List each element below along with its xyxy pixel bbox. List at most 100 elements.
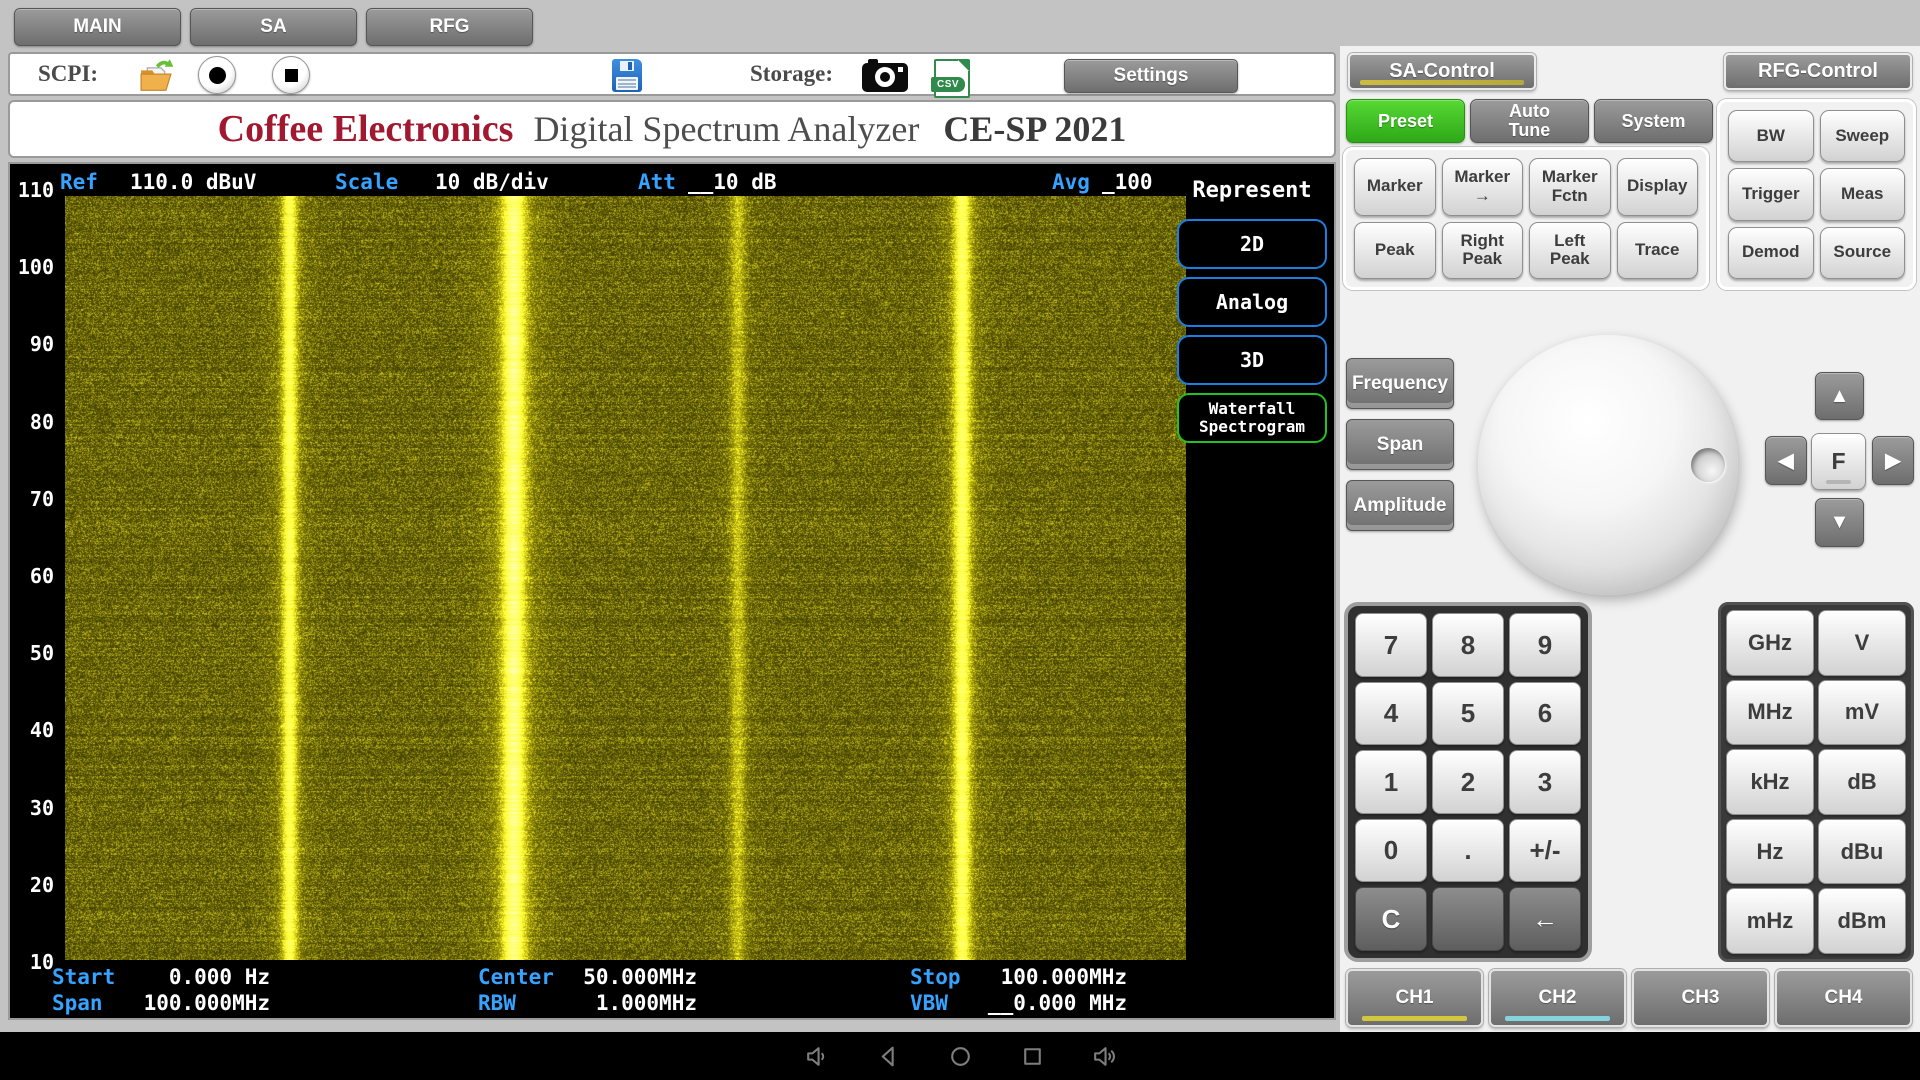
y-axis-ticks: 110 100 90 80 70 60 50 40 30 20 10 [10, 178, 54, 974]
nav-home-icon[interactable] [947, 1043, 974, 1070]
rbw-label: RBW [478, 991, 516, 1015]
unit-mhz-button[interactable]: MHz [1726, 679, 1814, 746]
rfg-key-bw[interactable]: BW [1728, 110, 1814, 163]
y-tick-20: 20 [29, 872, 54, 897]
rfg-key-source[interactable]: Source [1819, 226, 1905, 279]
key-4[interactable]: 4 [1355, 681, 1427, 746]
system-button[interactable]: System [1594, 99, 1713, 143]
func-amplitude-button[interactable]: Amplitude [1346, 480, 1454, 531]
csv-export-icon[interactable]: CSV [931, 59, 970, 98]
tab-ch4[interactable]: CH4 [1775, 969, 1912, 1027]
control-panel: SA-Control RFG-Control Preset Auto Tune Sy… [1340, 46, 1920, 1032]
unit-khz-button[interactable]: kHz [1726, 749, 1814, 815]
att-value: __10 dB [688, 170, 777, 194]
sa-key-display[interactable]: Display [1616, 158, 1698, 216]
record-button[interactable] [198, 56, 236, 94]
vbw-value: __0.000 MHz [987, 991, 1127, 1015]
scale-label: Scale [335, 170, 399, 194]
nav-recents-icon[interactable] [1019, 1043, 1046, 1070]
stop-value: 100.000MHz [1000, 965, 1127, 989]
stop-button[interactable] [272, 56, 310, 94]
nav-volume-down-icon[interactable] [803, 1043, 830, 1070]
unit-ghz-button[interactable]: GHz [1726, 610, 1814, 676]
unit-mv-button[interactable]: mV [1818, 679, 1906, 746]
key-0[interactable]: 0 [1355, 818, 1427, 883]
rfg-key-meas[interactable]: Meas [1819, 168, 1905, 221]
open-folder-icon[interactable] [136, 58, 176, 99]
sa-key-left-peak[interactable]: Left Peak [1529, 221, 1611, 279]
rfg-key-demod[interactable]: Demod [1728, 226, 1814, 279]
ch2-active-underline [1505, 1016, 1610, 1021]
unit-dbu-button[interactable]: dBu [1818, 818, 1906, 885]
sa-key-trace[interactable]: Trace [1616, 221, 1698, 279]
screenshot-camera-icon[interactable] [862, 59, 908, 92]
arrow-down-button[interactable]: ▼ [1815, 498, 1864, 547]
key-3[interactable]: 3 [1509, 750, 1581, 814]
arrow-right-button[interactable]: ▶ [1872, 436, 1914, 485]
avg-label: Avg [1052, 170, 1090, 194]
key-6[interactable]: 6 [1509, 681, 1581, 746]
key-blank[interactable]: . [1432, 818, 1504, 883]
func-frequency-button[interactable]: Frequency [1346, 358, 1454, 409]
sa-key-peak[interactable]: Peak [1354, 221, 1436, 279]
arrow-up-button[interactable]: ▲ [1815, 372, 1864, 420]
y-tick-30: 30 [29, 795, 54, 820]
represent-waterfall-spectrogram[interactable]: Waterfall Spectrogram [1177, 393, 1327, 443]
unit-db-button[interactable]: dB [1818, 749, 1906, 815]
auto-tune-button[interactable]: Auto Tune [1470, 99, 1589, 143]
sa-key-marker-fctn[interactable]: Marker Fctn [1529, 158, 1611, 216]
sa-key-marker[interactable]: Marker [1354, 158, 1436, 216]
tab-sa[interactable]: SA [190, 8, 357, 46]
key-7[interactable]: 7 [1355, 613, 1427, 677]
nav-volume-up-icon[interactable] [1091, 1043, 1118, 1070]
tab-ch1[interactable]: CH1 [1346, 969, 1483, 1027]
represent-3d[interactable]: 3D [1177, 335, 1327, 385]
key-9[interactable]: 9 [1509, 613, 1581, 677]
represent-2d[interactable]: 2D [1177, 219, 1327, 269]
key-2[interactable]: 2 [1432, 750, 1504, 814]
sa-key-right-peak[interactable]: Right Peak [1441, 221, 1523, 279]
rfg-key-trigger[interactable]: Trigger [1728, 168, 1814, 221]
y-tick-40: 40 [29, 718, 54, 743]
rotary-knob[interactable] [1478, 335, 1738, 595]
scpi-label: SCPI: [38, 61, 99, 86]
unit-keypad: GHz V MHz mV kHz dB Hz dBu mHz dBm [1718, 602, 1914, 962]
key-8[interactable]: 8 [1432, 613, 1504, 677]
tab-ch3[interactable]: CH3 [1632, 969, 1769, 1027]
tab-sa-control[interactable]: SA-Control [1348, 53, 1536, 90]
ref-label: Ref [60, 170, 98, 194]
unit-hz-button[interactable]: Hz [1726, 818, 1814, 885]
tab-rfg-control[interactable]: RFG-Control [1724, 53, 1912, 90]
model-number: CE-SP 2021 [943, 109, 1127, 149]
ref-value: 110.0 dBuV [130, 170, 257, 194]
func-span-button[interactable]: Span [1346, 419, 1454, 470]
tab-ch2[interactable]: CH2 [1489, 969, 1626, 1027]
key-1[interactable]: 1 [1355, 750, 1427, 814]
title-bar: Coffee Electronics Digital Spectrum Anal… [8, 100, 1336, 158]
storage-label: Storage: [750, 61, 834, 86]
key-5[interactable]: 5 [1432, 681, 1504, 746]
preset-button[interactable]: Preset [1346, 99, 1465, 143]
key-blank[interactable]: +/- [1509, 818, 1581, 883]
f-key-button[interactable]: F [1811, 433, 1866, 490]
key-blank[interactable] [1432, 887, 1504, 951]
settings-button[interactable]: Settings [1064, 59, 1238, 93]
save-icon[interactable] [612, 59, 642, 92]
sa-key-marker[interactable]: Marker → [1441, 158, 1523, 216]
key-c[interactable]: C [1355, 887, 1427, 951]
y-tick-50: 50 [29, 641, 54, 666]
represent-analog[interactable]: Analog [1177, 277, 1327, 327]
unit-mhz-button[interactable]: mHz [1726, 888, 1814, 954]
key-blank[interactable]: ← [1509, 887, 1581, 951]
rfg-key-sweep[interactable]: Sweep [1819, 110, 1905, 163]
channel-tabs: CH1 CH2 CH3 CH4 [1346, 969, 1912, 1027]
nav-back-icon[interactable] [875, 1043, 902, 1070]
rfg-key-panel: BW Sweep Trigger Meas Demod Source [1717, 99, 1916, 290]
unit-dbm-button[interactable]: dBm [1818, 888, 1906, 954]
represent-title: Represent [1192, 178, 1312, 203]
unit-v-button[interactable]: V [1818, 610, 1906, 676]
arrow-left-button[interactable]: ◀ [1765, 436, 1807, 485]
tab-rfg[interactable]: RFG [366, 8, 533, 46]
product-name: Digital Spectrum Analyzer [533, 109, 920, 149]
tab-main[interactable]: MAIN [14, 8, 181, 46]
